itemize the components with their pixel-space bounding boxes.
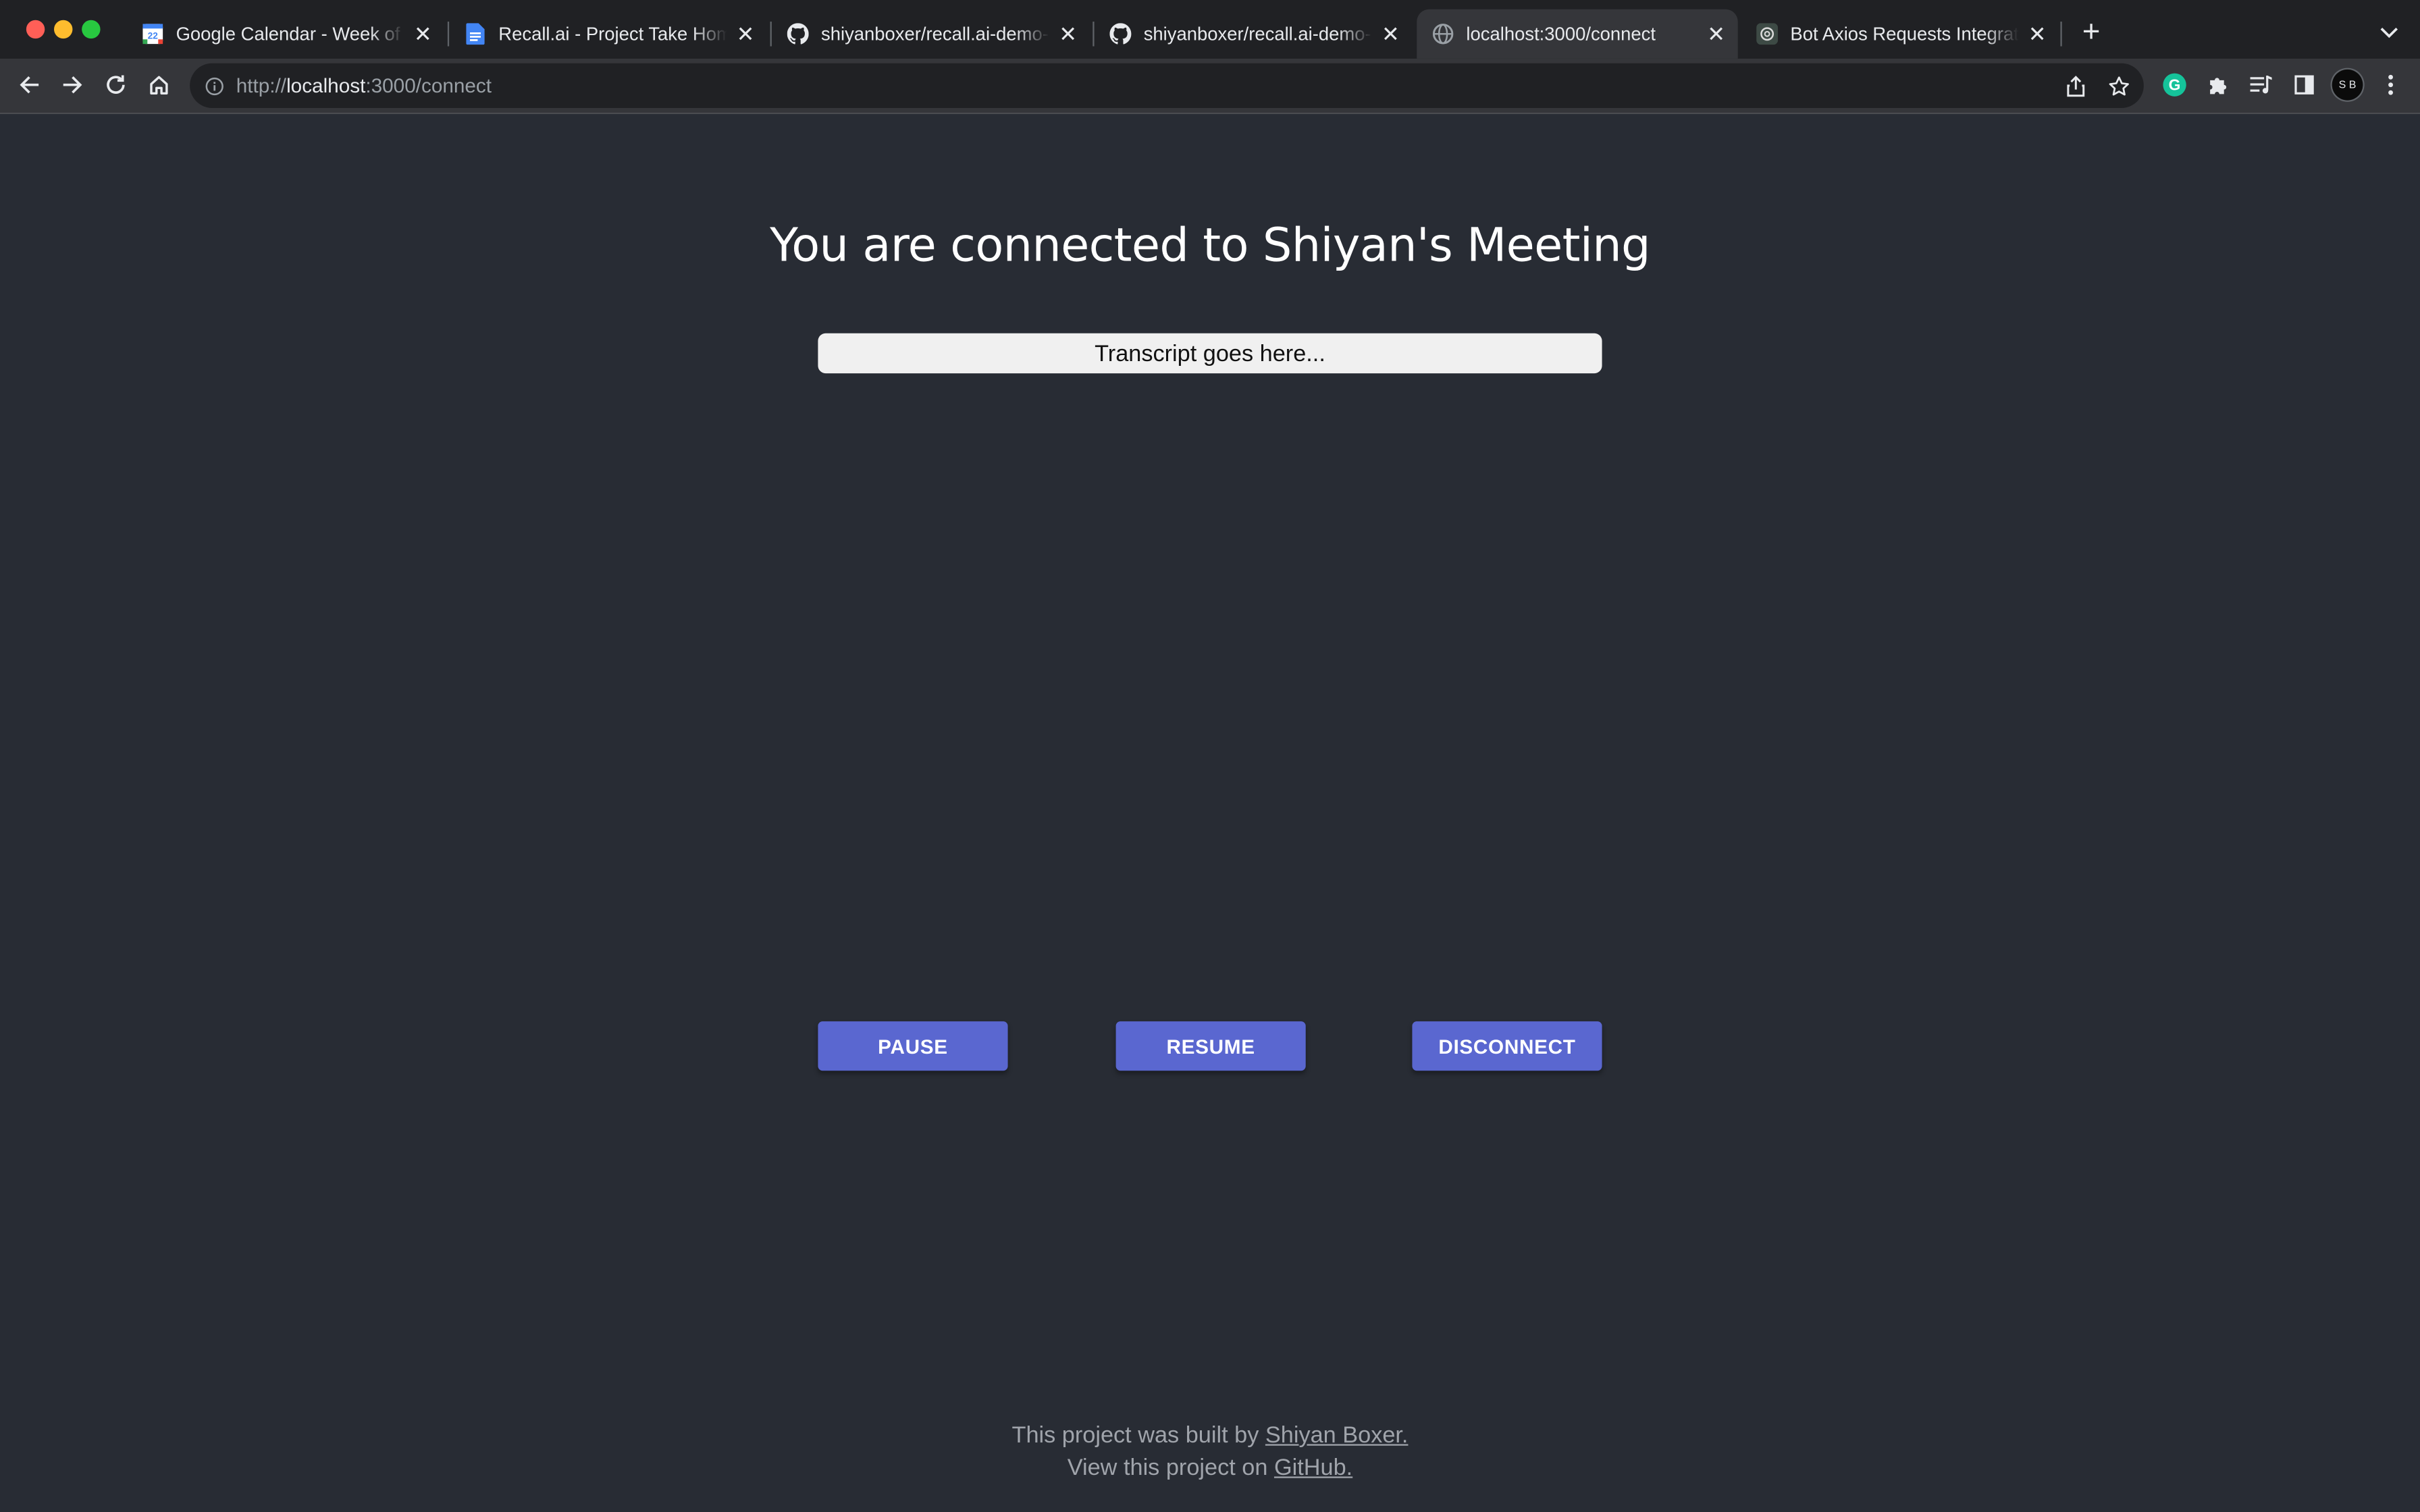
github-icon xyxy=(1109,23,1132,45)
tab-close-icon[interactable]: ✕ xyxy=(1055,22,1080,47)
share-icon[interactable] xyxy=(2063,74,2088,99)
grammarly-letter: G xyxy=(2169,76,2181,94)
pause-button[interactable]: PAUSE xyxy=(818,1021,1008,1071)
tab-close-icon[interactable]: ✕ xyxy=(2025,22,2050,47)
url-host: localhost xyxy=(286,74,366,97)
tab-chatgpt[interactable]: Bot Axios Requests Integration ✕ xyxy=(1741,9,2059,59)
forward-arrow-icon[interactable] xyxy=(57,70,88,101)
tab-close-icon[interactable]: ✕ xyxy=(733,22,758,47)
author-link[interactable]: Shiyan Boxer. xyxy=(1265,1422,1409,1449)
profile-avatar[interactable]: S B xyxy=(2332,69,2363,101)
bookmark-star-icon[interactable] xyxy=(2107,74,2132,99)
minimize-window-button[interactable] xyxy=(54,20,73,39)
url-scheme: http:// xyxy=(236,74,287,97)
browser-window: 22 Google Calendar - Week of 22 May 2023… xyxy=(0,0,2420,1512)
tab-strip: 22 Google Calendar - Week of 22 May 2023… xyxy=(0,0,2420,59)
disconnect-button[interactable]: DISCONNECT xyxy=(1412,1021,1602,1071)
grammarly-extension-icon[interactable]: G xyxy=(2159,70,2190,101)
tab-localhost-connect[interactable]: localhost:3000/connect ✕ xyxy=(1417,9,1738,59)
back-arrow-icon[interactable] xyxy=(14,70,45,101)
calendar-icon-date: 22 xyxy=(148,31,159,41)
tab-title: Bot Axios Requests Integration xyxy=(1790,23,2019,45)
tab-title: shiyanboxer/recall.ai-demo-frontend xyxy=(821,23,1049,45)
footer-line-github: View this project on GitHub. xyxy=(0,1452,2420,1484)
github-icon xyxy=(787,23,809,45)
google-calendar-icon: 22 xyxy=(142,23,163,45)
resume-button[interactable]: RESUME xyxy=(1115,1021,1306,1071)
tab-title: Recall.ai - Project Take Home xyxy=(498,23,727,45)
site-info-icon[interactable] xyxy=(204,75,226,97)
new-tab-icon[interactable]: + xyxy=(2076,17,2107,48)
maximize-window-button[interactable] xyxy=(82,20,101,39)
openai-icon xyxy=(1756,23,1779,45)
footer-github-prefix: View this project on xyxy=(1067,1455,1274,1482)
footer: This project was built by Shiyan Boxer. … xyxy=(0,1420,2420,1484)
more-menu-icon[interactable] xyxy=(2375,70,2406,101)
footer-line-author: This project was built by Shiyan Boxer. xyxy=(0,1420,2420,1452)
url-path: :3000/connect xyxy=(365,74,492,97)
tab-google-calendar[interactable]: 22 Google Calendar - Week of 22 May 2023… xyxy=(126,9,444,59)
tab-github-frontend[interactable]: shiyanboxer/recall.ai-demo-frontend ✕ xyxy=(772,9,1090,59)
transcript-box: Transcript goes here... xyxy=(818,333,1602,374)
tab-title: localhost:3000/connect xyxy=(1466,23,1656,45)
address-url[interactable]: http://localhost:3000/connect xyxy=(236,74,492,97)
tab-search-chevron-icon[interactable] xyxy=(2377,20,2402,45)
page-title: You are connected to Shiyan's Meeting xyxy=(770,219,1650,273)
tab-close-icon[interactable]: ✕ xyxy=(411,22,436,47)
home-icon[interactable] xyxy=(144,70,175,101)
tab-close-icon[interactable]: ✕ xyxy=(1704,22,1729,47)
address-bar[interactable]: http://localhost:3000/connect xyxy=(190,63,2144,108)
extensions-puzzle-icon[interactable] xyxy=(2203,70,2234,101)
tab-title: Google Calendar - Week of 22 May 2023 xyxy=(176,23,404,45)
media-controls-icon[interactable] xyxy=(2246,70,2277,101)
globe-icon xyxy=(1432,23,1454,45)
browser-toolbar: http://localhost:3000/connect G S B xyxy=(0,58,2420,115)
github-link[interactable]: GitHub. xyxy=(1274,1455,1352,1481)
footer-author-prefix: This project was built by xyxy=(1011,1422,1265,1449)
tab-close-icon[interactable]: ✕ xyxy=(1378,22,1403,47)
side-panel-icon[interactable] xyxy=(2289,70,2320,101)
close-window-button[interactable] xyxy=(26,20,45,39)
tab-github-backend[interactable]: shiyanboxer/recall.ai-demo-backend ✕ xyxy=(1095,9,1413,59)
page-content: You are connected to Shiyan's Meeting Tr… xyxy=(0,114,2420,1512)
tab-separator xyxy=(2060,22,2062,47)
reload-icon[interactable] xyxy=(101,70,132,101)
google-docs-icon xyxy=(465,23,486,45)
tab-recall-docs[interactable]: Recall.ai - Project Take Home ✕ xyxy=(449,9,767,59)
tab-title: shiyanboxer/recall.ai-demo-backend xyxy=(1143,23,1372,45)
